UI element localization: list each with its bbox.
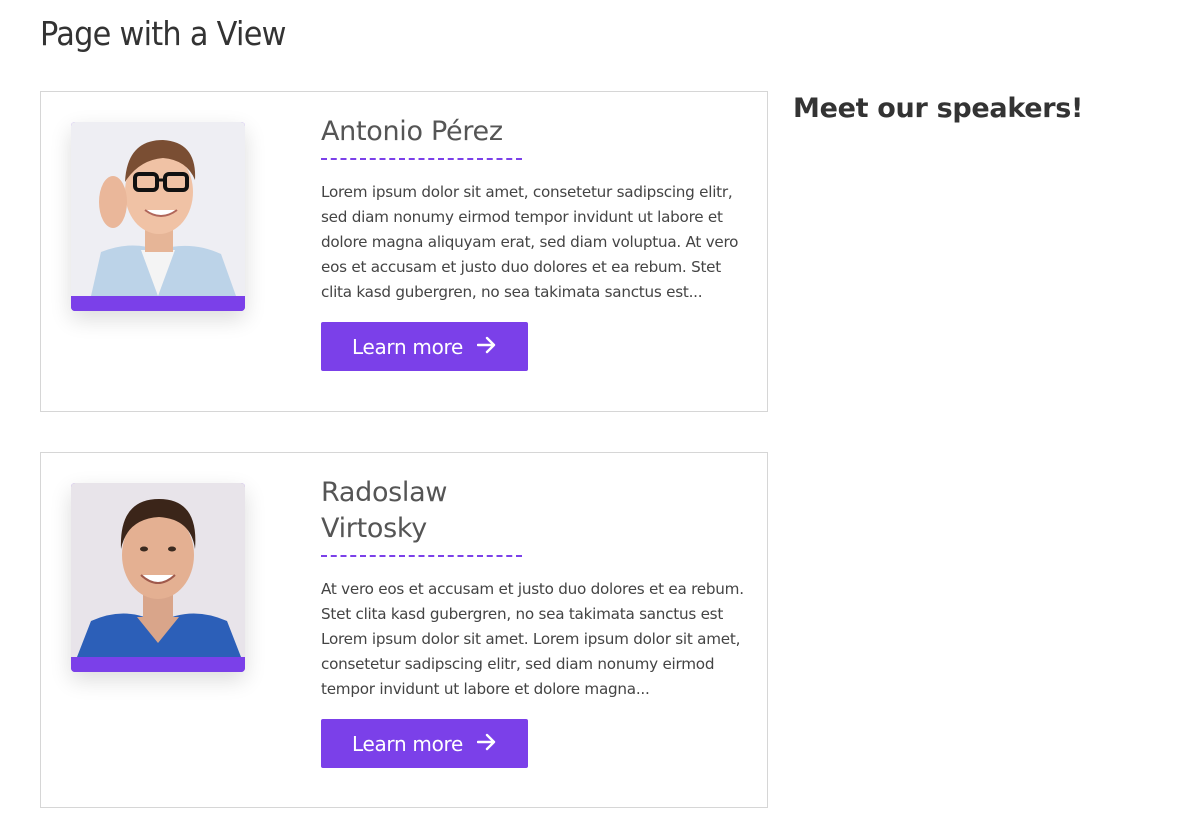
avatar (71, 122, 245, 296)
speaker-card: Antonio Pérez Lorem ipsum dolor sit amet… (40, 91, 768, 412)
speaker-bio: At vero eos et accusam et justo duo dolo… (321, 580, 744, 698)
photo-accent-bar (71, 296, 245, 311)
speaker-photo (71, 122, 245, 311)
speaker-card: Radoslaw Virtosky At vero eos et accusam… (40, 452, 768, 808)
speaker-photo (71, 483, 245, 672)
learn-more-label: Learn more (351, 334, 464, 359)
avatar (71, 483, 245, 657)
sidebar-title: Meet our speakers! (793, 93, 1084, 124)
speaker-name: Antonio Pérez (321, 116, 503, 147)
learn-more-button[interactable]: Learn more (321, 719, 528, 768)
learn-more-button[interactable]: Learn more (321, 322, 528, 371)
arrow-right-icon (476, 335, 497, 359)
speaker-bio: Lorem ipsum dolor sit amet, consetetur s… (321, 183, 739, 301)
speaker-name: Radoslaw Virtosky (321, 477, 448, 544)
learn-more-label: Learn more (351, 731, 464, 756)
dashed-divider (321, 158, 522, 160)
dashed-divider (321, 555, 522, 557)
photo-accent-bar (71, 657, 245, 672)
speaker-info: Antonio Pérez Lorem ipsum dolor sit amet… (321, 114, 749, 371)
arrow-right-icon (476, 732, 497, 756)
speaker-info: Radoslaw Virtosky At vero eos et accusam… (321, 475, 749, 768)
page-title: Page with a View (40, 14, 286, 53)
